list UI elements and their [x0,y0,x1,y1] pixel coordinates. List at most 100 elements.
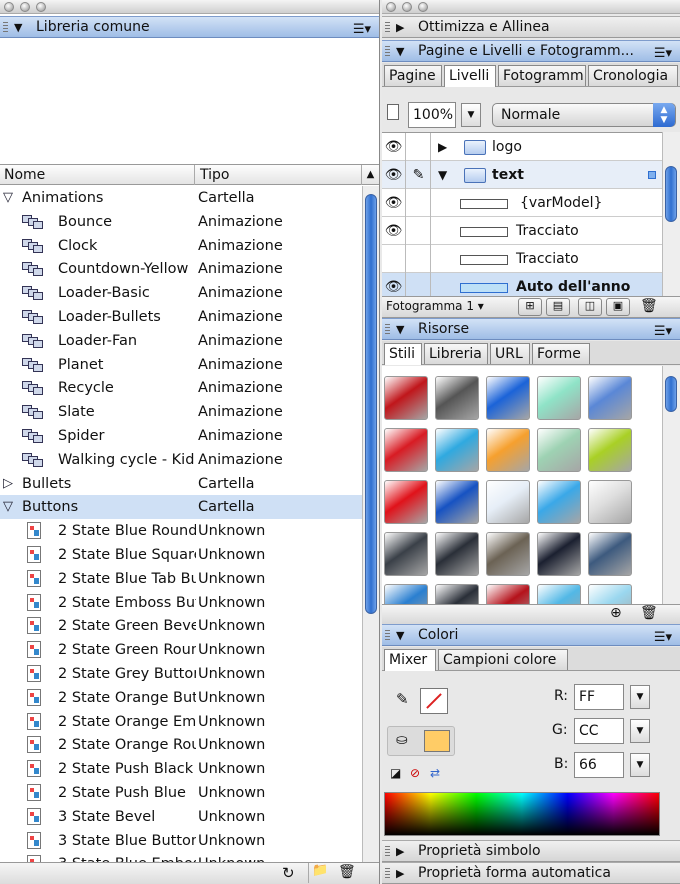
blue-dropdown-button[interactable]: ▼ [630,753,650,777]
layer-object-row[interactable]: Tracciato [382,245,662,273]
list-item[interactable]: 2 State Push Blue Unknown [0,781,362,805]
visibility-eye-icon[interactable]: 👁 [382,273,406,296]
tab-libreria[interactable]: Libreria [424,343,488,364]
style-swatch[interactable] [486,532,530,576]
zoom-window-button[interactable] [36,2,46,12]
folder-row[interactable]: ▷ Bullets Cartella [0,472,362,496]
green-value-field[interactable]: CC [574,718,624,744]
close-window-button-right[interactable] [386,2,396,12]
style-swatch[interactable] [537,376,581,420]
visibility-eye-icon[interactable]: 👁 [382,161,406,189]
opacity-field[interactable]: 100% [408,102,456,128]
list-item[interactable]: Slate Animazione [0,400,362,424]
common-library-panel-header[interactable]: ▼ Libreria comune ☰▾ [0,16,379,38]
style-swatch[interactable] [435,376,479,420]
style-swatch[interactable] [486,428,530,472]
refresh-icon[interactable]: ↻ [282,864,295,882]
tab-url[interactable]: URL [490,343,530,364]
collapse-triangle-icon[interactable]: ▼ [14,17,22,38]
style-swatch[interactable] [588,584,632,604]
layer-folder-row[interactable]: 👁 ✎ ▼ text [382,161,662,189]
resources-panel-header[interactable]: ▼ Risorse ☰▾ [382,318,680,340]
style-swatch[interactable] [537,428,581,472]
visibility-eye-icon[interactable]: 👁 [382,217,406,245]
visibility-eye-icon[interactable]: 👁 [382,133,406,161]
lock-column[interactable] [407,273,431,296]
layer-folder-row[interactable]: 👁 ▶ logo [382,133,662,161]
style-swatch[interactable] [384,376,428,420]
layer-expanded-icon[interactable]: ▼ [438,161,447,189]
layers-scrollbar[interactable] [662,132,680,296]
collapse-triangle-icon[interactable]: ▼ [396,319,404,340]
red-value-field[interactable]: FF [574,684,624,710]
list-item[interactable]: 2 State Orange EmbossUnknown [0,710,362,734]
expand-triangle-icon[interactable]: ▶ [396,863,404,884]
style-swatch[interactable] [588,376,632,420]
list-item[interactable]: 3 State Blue Button Unknown [0,829,362,853]
delete-layer-icon[interactable]: 🗑 [640,298,658,314]
expand-triangle-icon[interactable]: ▶ [396,841,404,862]
color-spectrum-ramp[interactable] [384,792,660,836]
list-item[interactable]: Loader-Bullets Animazione [0,305,362,329]
layer-object-row[interactable]: 👁 {varModel} [382,189,662,217]
colors-panel-header[interactable]: ▼ Colori ☰▾ [382,624,680,646]
visibility-eye-icon[interactable]: 👁 [382,189,406,217]
new-layer-icon[interactable]: ▤ [546,298,570,316]
list-item[interactable]: 2 State Grey Button Unknown [0,662,362,686]
style-swatch[interactable] [588,480,632,524]
collapse-triangle-icon[interactable]: ▼ [396,41,404,62]
duplicate-layer-icon[interactable]: ▣ [606,298,630,316]
style-swatch[interactable] [588,428,632,472]
lock-column[interactable] [407,133,431,161]
list-item[interactable]: Clock Animazione [0,234,362,258]
lock-column[interactable] [407,189,431,217]
list-item[interactable]: Planet Animazione [0,353,362,377]
panel-grip-icon[interactable] [3,22,8,34]
list-item[interactable]: 2 State Push Black Unknown [0,757,362,781]
blue-value-field[interactable]: 66 [574,752,624,778]
style-swatch[interactable] [384,428,428,472]
tab-campioni-colore[interactable]: Campioni colore [438,649,568,670]
style-swatch[interactable] [435,532,479,576]
add-mask-icon[interactable]: ◫ [578,298,602,316]
zoom-window-button-right[interactable] [418,2,428,12]
style-swatch[interactable] [537,480,581,524]
tab-stili[interactable]: Stili [384,343,422,365]
delete-style-icon[interactable]: 🗑 [640,605,658,621]
tab-cronologia[interactable]: Cronologia [588,65,678,86]
style-swatch[interactable] [435,584,479,604]
style-swatch[interactable] [384,480,428,524]
panel-options-menu-icon[interactable]: ☰▾ [353,19,371,40]
style-swatch[interactable] [486,376,530,420]
layers-scroll-thumb[interactable] [665,166,677,222]
list-item[interactable]: Bounce Animazione [0,210,362,234]
panel-options-menu-icon[interactable]: ☰▾ [654,43,672,64]
frame-selector[interactable]: Fotogramma 1 ▾ [386,299,484,313]
tab-fotogrammi[interactable]: Fotogramm [498,65,586,86]
folder-row[interactable]: ▽ Buttons Cartella [0,495,362,520]
sort-order-icon[interactable]: ▲ [361,165,379,185]
list-item[interactable]: Walking cycle - Kid Animazione [0,448,362,472]
style-swatch[interactable] [435,428,479,472]
layer-object-row[interactable]: 👁 Tracciato [382,217,662,245]
new-sublayer-icon[interactable]: ⊞ [518,298,542,316]
list-item[interactable]: 2 State Blue Square Unknown [0,543,362,567]
layer-collapsed-icon[interactable]: ▶ [438,133,447,161]
list-item[interactable]: Countdown-Yellow Animazione [0,257,362,281]
list-item[interactable]: Recycle Animazione [0,376,362,400]
add-style-icon[interactable]: ⊕ [610,605,622,621]
list-item[interactable]: 2 State Blue Round Unknown [0,519,362,543]
tab-pagine[interactable]: Pagine [384,65,442,86]
list-item[interactable]: 3 State Bevel Unknown [0,805,362,829]
list-item[interactable]: 2 State Orange RoundUnknown [0,733,362,757]
collapse-triangle-icon[interactable]: ▼ [396,625,404,646]
close-window-button[interactable] [4,2,14,12]
style-swatch[interactable] [537,584,581,604]
list-item[interactable]: Spider Animazione [0,424,362,448]
list-item[interactable]: 2 State Green Round Unknown [0,638,362,662]
layer-object-row[interactable]: 👁 Auto dell'anno [382,273,662,296]
symbol-properties-panel-header[interactable]: ▶ Proprietà simbolo [382,840,680,862]
edit-pencil-icon[interactable]: ✎ [407,161,431,189]
library-scrollbar[interactable] [362,186,379,862]
pages-layers-panel-header[interactable]: ▼ Pagine e Livelli e Fotogramm... ☰▾ [382,40,680,62]
